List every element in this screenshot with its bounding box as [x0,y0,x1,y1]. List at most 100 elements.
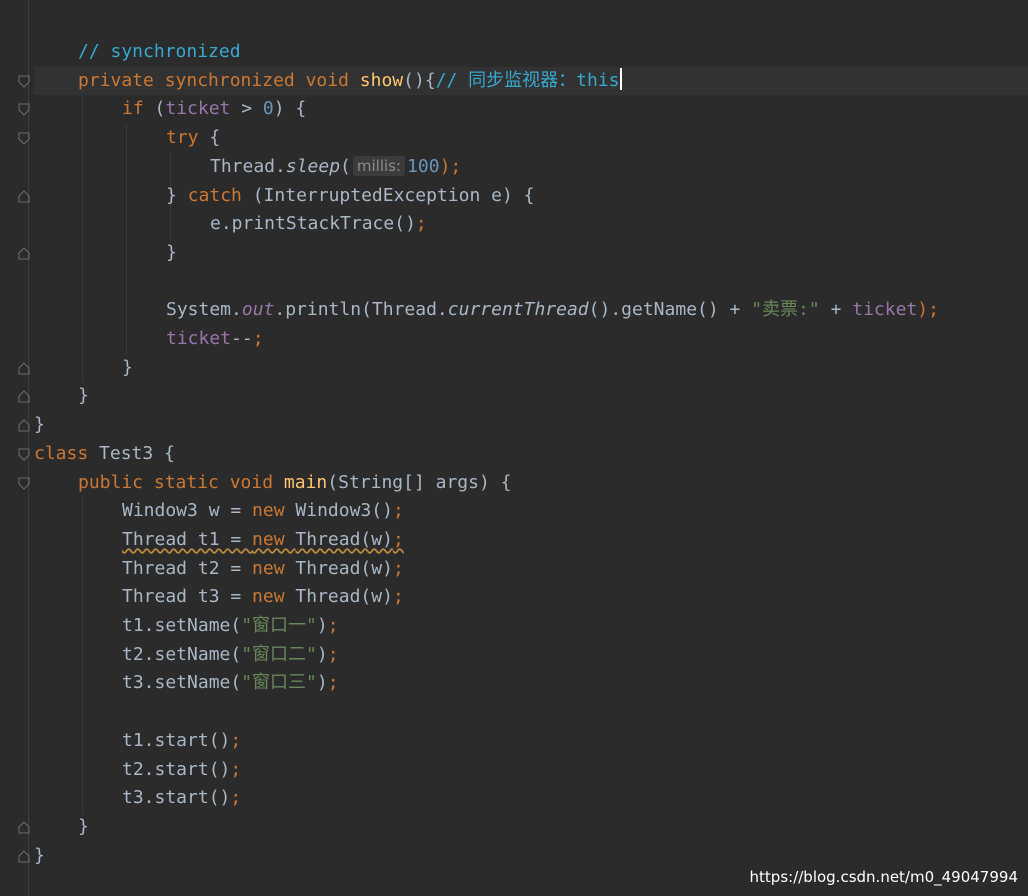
code-token: "窗口一" [241,615,317,636]
code-token: } [78,815,89,837]
text-caret [619,67,622,90]
code-token: Thread t1 = [122,528,253,550]
fold-open-icon[interactable] [18,75,30,88]
code-token: ( [154,98,166,120]
code-token: ) [316,672,328,694]
code-line[interactable]: t1.start(); [122,727,241,755]
code-token: ; [252,328,264,349]
code-token: public [78,471,154,493]
code-token: ticket [852,299,918,321]
code-token: t1.setName( [122,615,242,636]
fold-close-icon[interactable] [18,189,30,203]
code-token: new [252,586,296,608]
code-line[interactable]: System.out.println(Thread.currentThread(… [166,296,939,324]
code-line[interactable]: Window3 w = new Window3(); [122,497,404,525]
code-editor[interactable]: // synchronized private synchronized void… [0,0,1028,896]
indent-guide [82,95,83,383]
code-token: t1.start() [122,729,231,751]
code-token: + [819,299,853,321]
code-token: } [166,241,177,263]
fold-open-icon[interactable] [18,448,30,461]
code-token: ); [439,155,462,177]
code-line[interactable]: ticket--; [166,325,264,353]
code-line[interactable]: Thread t2 = new Thread(w); [122,555,404,583]
code-token: ; [415,213,427,235]
code-line[interactable]: t3.setName("窗口三"); [122,669,339,697]
code-line[interactable]: if (ticket > 0) { [122,95,306,123]
code-token: static [153,471,230,493]
code-token: ; [230,787,242,809]
code-token: Thread t2 = [122,557,253,579]
code-token: ().getName() + [588,299,752,321]
fold-open-icon[interactable] [18,103,30,117]
code-token: } [34,414,45,436]
code-token: new [252,528,296,550]
code-token: class [34,442,100,464]
code-line[interactable]: } [122,354,133,382]
code-token: { [209,127,221,149]
code-token: Window3 w = [122,500,253,522]
code-token: show [359,69,404,91]
code-token: ); [917,299,939,321]
code-token: Window3() [295,500,393,522]
code-token: ; [392,557,404,579]
code-line[interactable]: } catch (InterruptedException e) { [166,182,534,210]
code-token: new [252,500,296,522]
code-token: t3.setName( [122,672,242,694]
code-token: (){ [403,69,436,91]
code-line[interactable]: class Test3 { [34,440,175,468]
code-token: ; [327,643,339,665]
code-token: ) [316,615,328,636]
code-line[interactable]: // synchronized [78,38,241,66]
code-line[interactable]: t3.start(); [122,784,241,812]
code-token: "窗口二" [241,643,317,665]
code-token: // 同步监视器：this [435,69,620,91]
fold-close-icon[interactable] [18,247,30,260]
code-line[interactable]: } [34,842,45,870]
code-token: } [122,356,133,378]
code-token: t2.setName( [122,643,242,665]
fold-close-icon[interactable] [18,849,30,863]
fold-close-icon[interactable] [18,361,30,375]
code-token: ( [340,155,351,177]
code-line[interactable]: Thread.sleep(millis: 100); [210,153,461,181]
code-token: ticket [165,98,231,120]
code-token: ; [327,672,339,694]
fold-open-icon[interactable] [18,132,30,145]
code-token: // synchronized [78,41,241,62]
fold-close-icon[interactable] [18,821,30,834]
code-token: main [283,471,328,493]
code-token: out [241,299,275,321]
code-token: ; [327,615,339,636]
code-token: ; [230,729,242,751]
code-token: (String[] args) { [327,471,512,493]
code-token: Thread(w) [295,557,393,579]
code-token: new [252,557,296,579]
code-token: } [34,844,45,866]
code-line[interactable]: t1.setName("窗口一"); [122,612,339,640]
code-token: Test3 { [99,442,175,464]
fold-close-icon[interactable] [18,419,30,432]
code-line[interactable]: t2.setName("窗口二"); [122,641,339,669]
code-token: System. [166,299,242,321]
code-token: 100 [407,155,440,177]
code-line[interactable]: Thread t1 = new Thread(w); [122,526,404,554]
code-line[interactable]: private synchronized void show(){// 同步监视… [78,67,622,95]
code-line[interactable]: t2.start(); [122,756,241,784]
code-line[interactable]: e.printStackTrace(); [210,210,427,238]
fold-open-icon[interactable] [18,477,30,490]
code-line[interactable]: public static void main(String[] args) { [78,469,512,497]
code-token: try [166,127,210,149]
code-line[interactable]: } [166,239,177,267]
code-token: currentThread [447,299,589,321]
code-token: Thread(w) [295,528,393,550]
code-line[interactable]: } [34,411,45,439]
code-token: void [305,69,360,91]
code-line[interactable]: } [78,813,89,841]
code-line[interactable]: Thread t3 = new Thread(w); [122,583,404,611]
code-line[interactable]: } [78,382,89,410]
fold-close-icon[interactable] [18,390,30,403]
code-line[interactable]: try { [166,124,220,152]
code-token: void [229,471,284,493]
code-token: catch [187,184,253,206]
